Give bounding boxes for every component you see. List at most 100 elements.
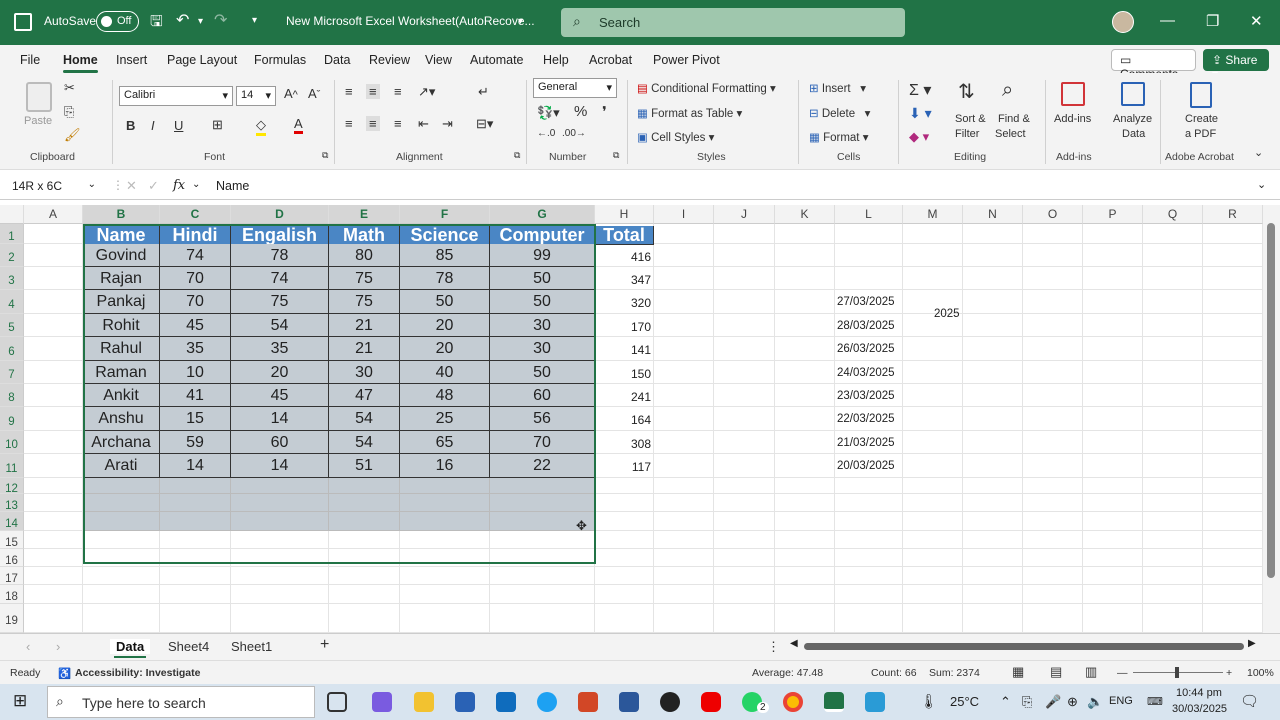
find-select-label-2[interactable]: Select (995, 128, 1026, 140)
autosave-toggle[interactable]: Off (96, 11, 139, 32)
total-cell[interactable]: 308 (595, 437, 651, 451)
spreadsheet-grid[interactable]: ABCDEFGHIJKLMNOPQR 1 2 3 4 5 6 7 8 9 10 11 12 13 14 15… (0, 205, 1263, 633)
column-header[interactable]: N (963, 205, 1023, 224)
sort-filter-label-1[interactable]: Sort & (955, 113, 986, 125)
temperature[interactable]: 25°C (950, 694, 979, 709)
prev-sheet-icon[interactable]: ‹ (26, 639, 30, 654)
copilot-icon[interactable] (372, 692, 392, 712)
column-header[interactable]: O (1023, 205, 1083, 224)
minimize-icon[interactable]: — (1160, 12, 1175, 29)
obs-icon[interactable] (660, 692, 680, 712)
sheet-tab-sheet1[interactable]: Sheet1 (231, 639, 272, 654)
microphone-icon[interactable]: 🎤 (1045, 694, 1061, 710)
network-icon[interactable]: ⊕ (1067, 694, 1078, 710)
align-bottom-icon[interactable]: ≡ (394, 84, 402, 99)
conditional-formatting-button[interactable]: ▤ Conditional Formatting ▾ (637, 81, 776, 95)
fill-icon[interactable]: ⬇ ▾ (909, 105, 932, 122)
delete-cells-button[interactable]: ⊟ Delete ▾ (809, 106, 870, 120)
row-header[interactable]: 1 (0, 224, 24, 244)
menu-view[interactable]: View (425, 53, 452, 67)
vertical-scrollbar[interactable] (1263, 205, 1280, 633)
increase-font-icon[interactable]: A^ (284, 86, 298, 101)
row-header[interactable]: 12 (0, 478, 24, 495)
row-header[interactable]: 11 (0, 454, 24, 478)
number-launcher-icon[interactable]: ⧉ (613, 150, 619, 161)
date-cell[interactable]: 28/03/2025 (837, 320, 895, 332)
menu-power-pivot[interactable]: Power Pivot (653, 53, 720, 67)
comma-style-icon[interactable]: ❜ (602, 103, 607, 121)
redo-icon[interactable]: ↷ (214, 10, 227, 30)
date-cell[interactable]: 24/03/2025 (837, 367, 895, 379)
menu-automate[interactable]: Automate (470, 53, 524, 67)
row-header[interactable]: 10 (0, 431, 24, 454)
add-ins-icon[interactable] (1061, 82, 1085, 106)
weather-icon[interactable]: 🌡 (920, 693, 938, 710)
bold-icon[interactable]: B (126, 118, 135, 133)
column-header[interactable]: L (835, 205, 903, 224)
language-indicator[interactable]: ENG (1109, 695, 1133, 707)
meet-icon[interactable]: ⎘ (1022, 694, 1032, 710)
accessibility-status[interactable]: Accessibility: Investigate (75, 667, 200, 679)
font-name-select[interactable]: Calibri ▾ (119, 86, 233, 106)
total-cell[interactable]: 170 (595, 320, 651, 334)
row-header[interactable]: 13 (0, 494, 24, 512)
tray-expand-icon[interactable]: ⌃ (1000, 694, 1011, 710)
row-header[interactable]: 9 (0, 407, 24, 431)
column-header[interactable]: Q (1143, 205, 1203, 224)
column-header[interactable]: K (775, 205, 835, 224)
file-explorer-icon[interactable] (414, 692, 434, 712)
column-header[interactable]: H (595, 205, 654, 224)
column-header[interactable]: P (1083, 205, 1143, 224)
customize-qat-icon[interactable]: ▾ (252, 15, 257, 26)
row-header[interactable]: 17 (0, 567, 24, 585)
zoom-in-icon[interactable]: + (1226, 667, 1232, 679)
scrollbar-thumb[interactable] (1267, 223, 1275, 578)
chrome-icon[interactable] (783, 692, 803, 712)
font-launcher-icon[interactable]: ⧉ (322, 150, 328, 161)
word-icon[interactable] (619, 692, 639, 712)
share-button[interactable]: ⇪ Share ▾ (1203, 49, 1269, 81)
column-header[interactable]: B (83, 205, 160, 224)
number-format-select[interactable]: General ▾ (533, 78, 617, 98)
task-view-icon[interactable] (327, 692, 347, 712)
row-header[interactable]: 3 (0, 267, 24, 290)
row-header[interactable]: 2 (0, 244, 24, 267)
excel-taskbar-icon[interactable] (824, 692, 844, 712)
menu-home[interactable]: Home (63, 53, 98, 73)
increase-decimal-icon[interactable]: ←.0 (537, 128, 555, 139)
date-cell[interactable]: 26/03/2025 (837, 343, 895, 355)
menu-file[interactable]: File (20, 53, 40, 67)
analyze-data-label-1[interactable]: Analyze (1113, 113, 1152, 125)
row-header[interactable]: 16 (0, 549, 24, 567)
sheet-tab-sheet4[interactable]: Sheet4 (168, 639, 209, 654)
menu-data[interactable]: Data (324, 53, 350, 67)
zoom-level[interactable]: 100% (1247, 667, 1274, 679)
row-header[interactable]: 18 (0, 585, 24, 604)
add-ins-button[interactable]: Add-ins (1054, 113, 1091, 125)
merge-center-icon[interactable]: ⊟▾ (476, 116, 493, 132)
menu-insert[interactable]: Insert (116, 53, 147, 67)
percent-icon[interactable]: % (574, 103, 587, 120)
column-header[interactable]: C (160, 205, 231, 224)
undo-dropdown-icon[interactable]: ▾ (198, 16, 203, 27)
name-box[interactable]: 14R x 6C ⌄ (6, 177, 102, 197)
sheet-tab-data[interactable]: Data (110, 639, 151, 658)
cell-styles-button[interactable]: ▣ Cell Styles ▾ (637, 130, 714, 144)
date-cell[interactable]: 21/03/2025 (837, 437, 895, 449)
column-header[interactable]: R (1203, 205, 1263, 224)
scroll-right-icon[interactable]: ▶ (1248, 638, 1256, 649)
format-painter-icon[interactable]: 🖌 (64, 127, 81, 143)
date-cell[interactable]: 22/03/2025 (837, 413, 895, 425)
page-layout-view-icon[interactable]: ▤ (1050, 664, 1062, 680)
row-header[interactable]: 6 (0, 337, 24, 361)
column-header[interactable]: D (231, 205, 329, 224)
menu-review[interactable]: Review (369, 53, 410, 67)
status-sum[interactable]: Sum: 2374 (929, 667, 980, 679)
column-header[interactable]: F (400, 205, 490, 224)
document-title[interactable]: New Microsoft Excel Worksheet(AutoRecove… (286, 14, 535, 28)
align-left-icon[interactable]: ≡ (345, 116, 353, 131)
total-cell[interactable]: 141 (595, 343, 651, 357)
sort-filter-icon[interactable]: ⇅ (958, 79, 975, 104)
autosum-icon[interactable]: Σ ▾ (909, 80, 931, 100)
total-cell[interactable]: 347 (595, 273, 651, 287)
